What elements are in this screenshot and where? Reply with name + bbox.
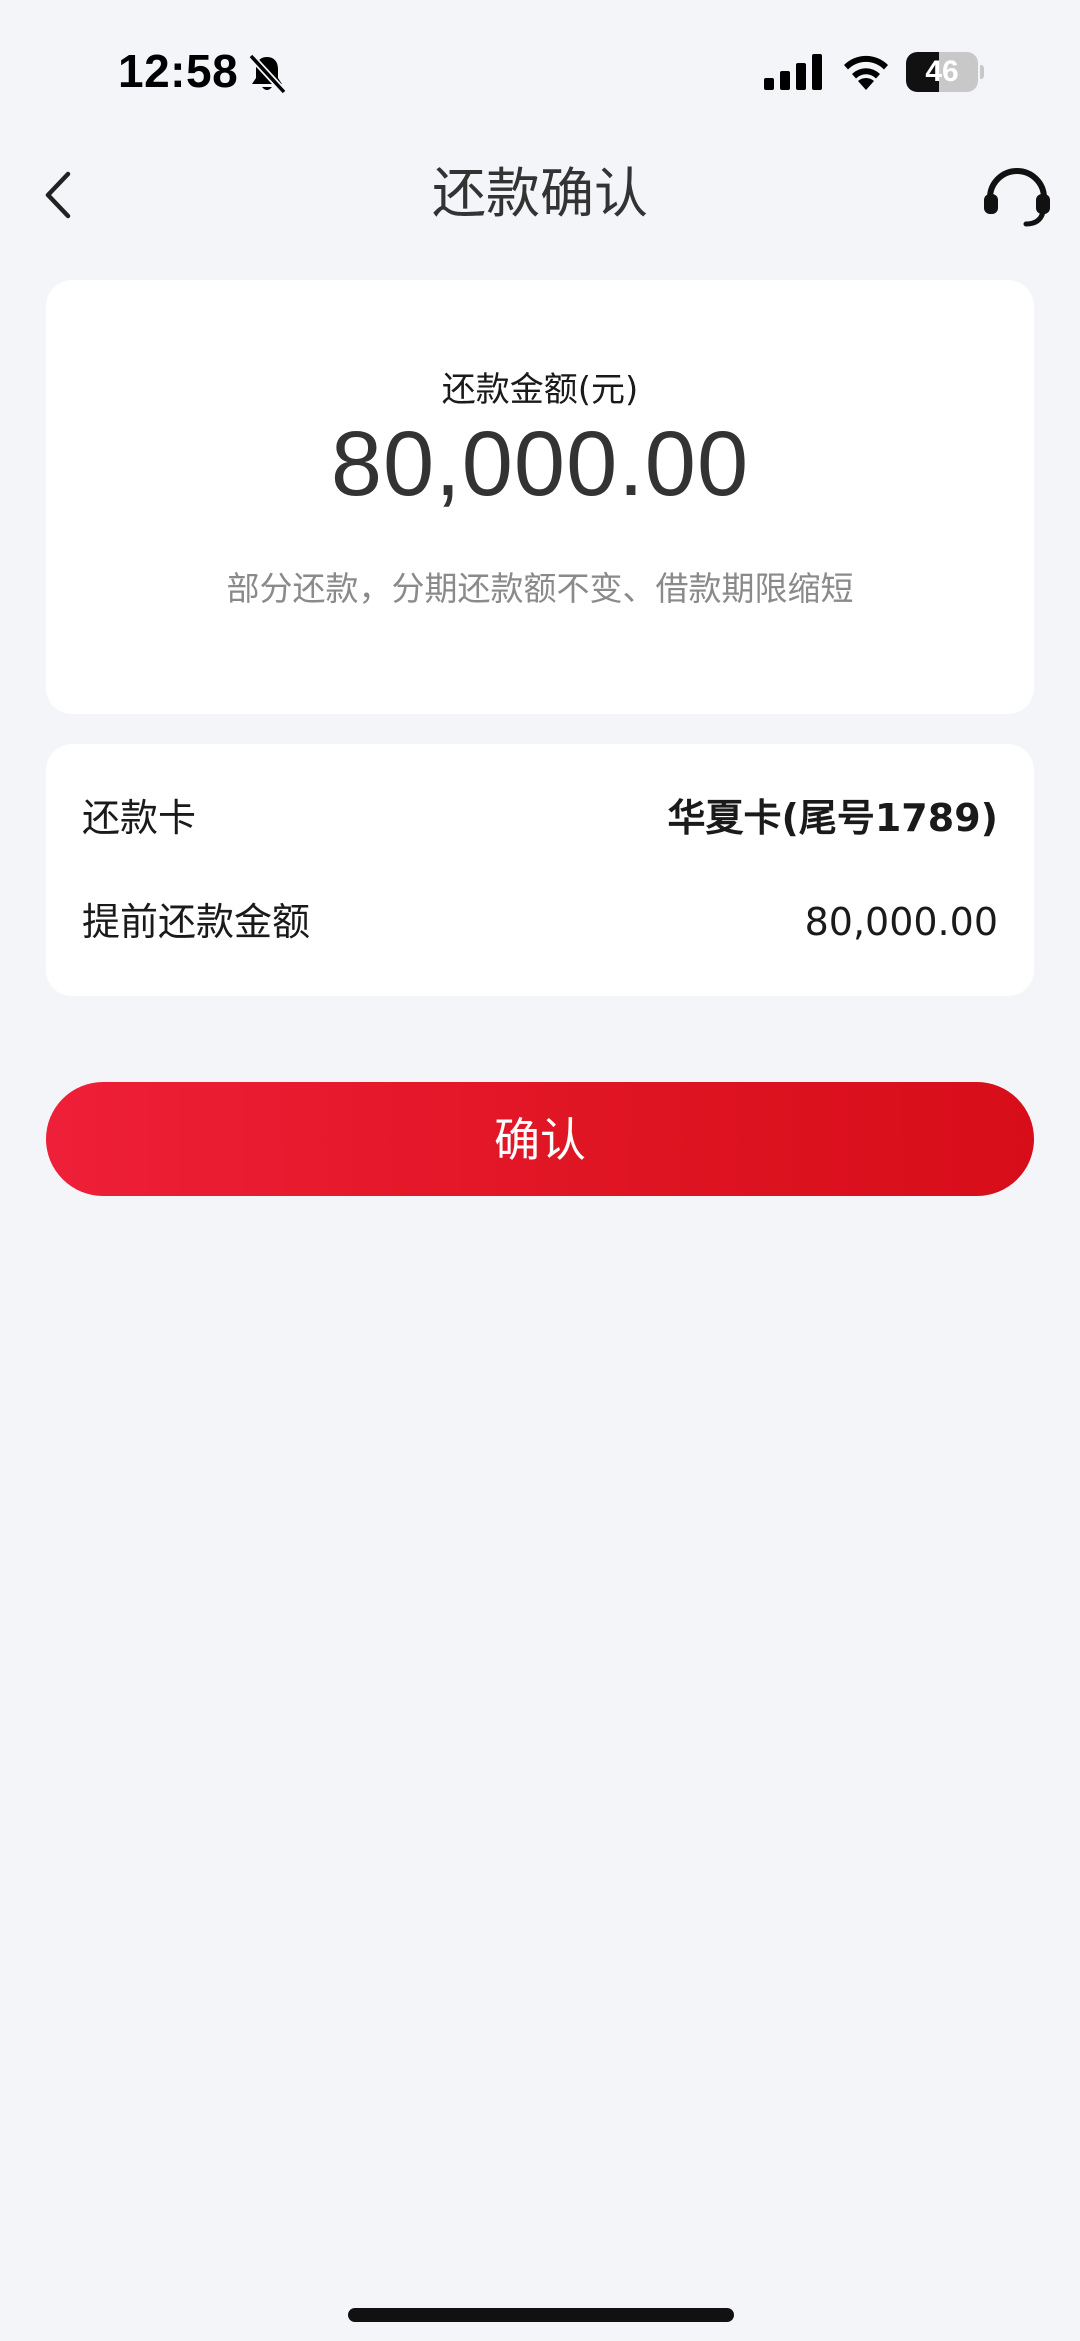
headset-icon[interactable] (978, 154, 1056, 232)
page-title: 还款确认 (432, 162, 648, 225)
status-time: 12:58 (118, 45, 239, 97)
repayment-card-row: 还款卡 华夏卡(尾号1789) (82, 788, 998, 848)
amount-card: 还款金额(元) 80,000.00 部分还款，分期还款额不变、借款期限缩短 (46, 280, 1034, 714)
prepayment-amount-row: 提前还款金额 80,000.00 (82, 892, 998, 952)
prepayment-amount-label: 提前还款金额 (82, 900, 311, 944)
repayment-card-label: 还款卡 (82, 796, 197, 840)
amount-value: 80,000.00 (330, 413, 750, 515)
home-indicator (348, 2308, 734, 2322)
repayment-description: 部分还款，分期还款额不变、借款期限缩短 (226, 569, 854, 608)
nav-bar: 还款确认 (0, 140, 1080, 250)
battery-icon: 46 (906, 52, 984, 92)
bell-slash-icon (248, 53, 287, 95)
amount-label: 还款金额(元) (441, 370, 639, 410)
battery-body: 46 (906, 52, 978, 92)
wifi-icon (844, 55, 888, 90)
prepayment-amount-value: 80,000.00 (804, 900, 998, 944)
detail-card: 还款卡 华夏卡(尾号1789) 提前还款金额 80,000.00 (46, 744, 1034, 996)
status-bar: 12:58 46 (0, 0, 1080, 140)
confirm-button[interactable]: 确认 (46, 1082, 1034, 1196)
battery-level: 46 (925, 55, 959, 88)
cellular-signal-icon (764, 54, 822, 90)
battery-cap (980, 65, 984, 79)
repayment-card-value: 华夏卡(尾号1789) (667, 796, 999, 840)
